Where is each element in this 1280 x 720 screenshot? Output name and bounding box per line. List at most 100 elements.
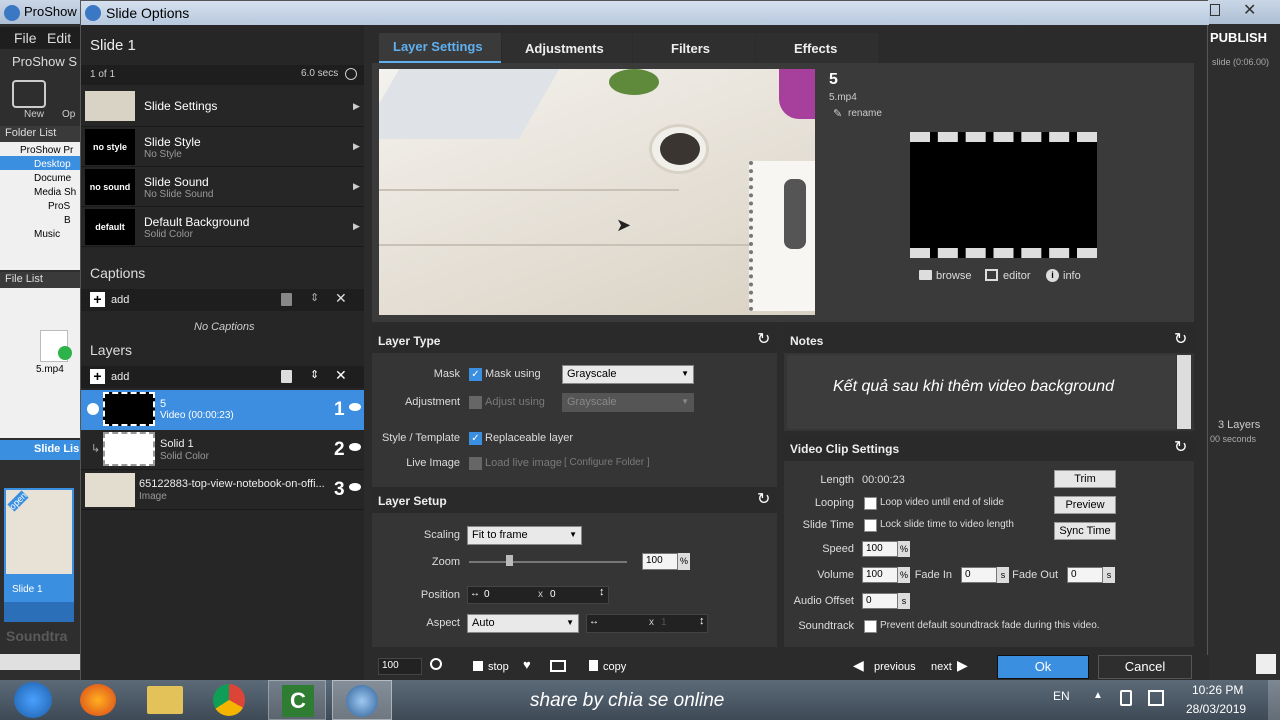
layer-row-selected[interactable]: 5 Video (00:00:23) 1 (81, 390, 364, 430)
radio-icon[interactable] (87, 403, 99, 415)
new-icon[interactable] (12, 80, 46, 108)
position-y[interactable]: 0 (550, 589, 556, 600)
file-explorer-icon[interactable] (147, 686, 183, 714)
stop-button[interactable]: stop (488, 661, 509, 673)
menu-file[interactable]: File (14, 30, 37, 46)
tree-item[interactable]: Music (0, 226, 80, 240)
tools-icon[interactable]: ✕ (335, 367, 347, 384)
tree-item[interactable]: B (0, 212, 80, 226)
looping-checkbox[interactable] (864, 497, 877, 510)
editor-link[interactable]: editor (1003, 270, 1031, 282)
arrow-right-icon[interactable]: ▶ (957, 657, 968, 674)
menu-slide-sound[interactable]: no sound Slide Sound No Slide Sound ▶ (81, 167, 364, 207)
chrome-icon[interactable] (213, 684, 245, 716)
configure-folder-link[interactable]: [ Configure Folder ] (564, 457, 650, 468)
next-button[interactable]: next (931, 661, 952, 673)
layer-preview-image[interactable]: ➤ (379, 69, 815, 315)
tree-item[interactable]: Media Sh (0, 184, 80, 198)
tree-item-desktop[interactable]: Desktop (0, 156, 80, 170)
slide-list-tab[interactable]: Slide Lis (0, 440, 80, 460)
tray-expand-icon[interactable]: ▲ (1093, 690, 1103, 701)
copy-button[interactable]: copy (603, 661, 626, 673)
firefox-icon[interactable] (80, 684, 116, 716)
fade-in-input[interactable]: 0 (961, 567, 997, 583)
slide-thumbnail[interactable]: open (4, 488, 74, 576)
add-layer-button[interactable]: add (111, 371, 129, 383)
zoom-level-input[interactable]: 100 (378, 658, 422, 675)
scroll-arrow-icon[interactable] (1256, 654, 1276, 674)
scrollbar[interactable] (0, 654, 80, 670)
mask-checkbox[interactable]: ✓ (469, 368, 482, 381)
reset-icon[interactable]: ↻ (1174, 329, 1187, 349)
zoom-input[interactable]: 100 (642, 553, 678, 570)
live-image-checkbox[interactable] (469, 457, 482, 470)
replaceable-checkbox[interactable]: ✓ (469, 432, 482, 445)
rename-link[interactable]: rename (848, 108, 882, 119)
mask-dropdown[interactable]: Grayscale ▼ (562, 365, 694, 384)
reset-icon[interactable]: ↻ (1174, 437, 1187, 457)
browse-link[interactable]: browse (936, 270, 971, 282)
taskbar-app-proshow[interactable] (332, 680, 392, 720)
fade-out-input[interactable]: 0 (1067, 567, 1103, 583)
screen-icon[interactable] (550, 660, 566, 672)
heart-icon[interactable]: ♥ (523, 657, 531, 672)
adjust-dropdown[interactable]: Grayscale ▼ (562, 393, 694, 412)
trim-button[interactable]: Trim (1054, 470, 1116, 488)
menu-edit[interactable]: Edit (47, 30, 71, 46)
volume-input[interactable]: 100 (862, 567, 898, 583)
start-button-icon[interactable] (14, 682, 52, 718)
audio-offset-input[interactable]: 0 (862, 593, 898, 609)
add-caption-button[interactable]: add (111, 294, 129, 306)
main-close-icon[interactable]: ✕ (1243, 0, 1256, 20)
scaling-dropdown[interactable]: Fit to frame ▼ (467, 526, 582, 545)
preview-button[interactable]: Preview (1054, 496, 1116, 514)
adjust-checkbox[interactable] (469, 396, 482, 409)
tree-item[interactable]: Docume (0, 170, 80, 184)
copy-icon[interactable] (589, 660, 598, 671)
notes-textarea[interactable]: Kết quả sau khi thêm video background (787, 355, 1176, 429)
slide-controls[interactable] (4, 602, 74, 622)
tab-effects[interactable]: Effects (756, 33, 878, 63)
tab-layer-settings[interactable]: Layer Settings (379, 33, 501, 63)
tab-filters[interactable]: Filters (633, 33, 755, 63)
eye-icon[interactable] (349, 483, 361, 491)
layer-row[interactable]: 65122883-top-view-notebook-on-offi... Im… (81, 470, 364, 510)
zoom-slider-thumb[interactable] (506, 555, 513, 566)
eye-icon[interactable] (349, 443, 361, 451)
tree-item[interactable]: ProS (0, 198, 80, 212)
position-x[interactable]: 0 (484, 589, 490, 600)
layer-row[interactable]: ↳ Solid 1 Solid Color 2 (81, 430, 364, 470)
ok-button[interactable]: Ok (997, 655, 1089, 679)
trash-icon[interactable] (281, 293, 292, 306)
slide-time-checkbox[interactable] (864, 519, 877, 532)
speaker-icon[interactable] (1120, 690, 1132, 706)
network-icon[interactable] (1148, 690, 1164, 706)
tab-adjustments[interactable]: Adjustments (502, 33, 632, 63)
stop-icon[interactable] (473, 661, 483, 671)
show-desktop-button[interactable] (1268, 680, 1280, 720)
menu-slide-style[interactable]: no style Slide Style No Style ▶ (81, 127, 364, 167)
reorder-icon[interactable]: ⇕ (310, 291, 319, 304)
file-name[interactable]: 5.mp4 (36, 364, 64, 375)
add-caption-icon[interactable]: + (90, 292, 105, 307)
search-icon[interactable] (430, 658, 442, 670)
menu-default-background[interactable]: default Default Background Solid Color ▶ (81, 207, 364, 247)
taskbar-app-camtasia[interactable]: C (268, 680, 326, 720)
aspect-dropdown[interactable]: Auto ▼ (467, 614, 579, 633)
previous-button[interactable]: previous (874, 661, 916, 673)
arrow-left-icon[interactable]: ◀ (853, 657, 864, 674)
reorder-icon[interactable]: ⇕ (310, 368, 319, 381)
trash-icon[interactable] (281, 370, 292, 383)
notes-scrollbar[interactable] (1177, 355, 1191, 429)
soundtrack-checkbox[interactable] (864, 620, 877, 633)
eye-icon[interactable] (349, 403, 361, 411)
maximize-icon[interactable] (1210, 4, 1220, 16)
speed-input[interactable]: 100 (862, 541, 898, 557)
info-link[interactable]: info (1063, 270, 1081, 282)
menu-slide-settings[interactable]: Slide Settings ▶ (81, 87, 364, 127)
reset-icon[interactable]: ↻ (757, 329, 770, 349)
tools-icon[interactable]: ✕ (335, 290, 347, 307)
cancel-button[interactable]: Cancel (1098, 655, 1192, 679)
language-indicator[interactable]: EN (1053, 689, 1070, 703)
aspect-y[interactable]: 1 (661, 617, 667, 628)
